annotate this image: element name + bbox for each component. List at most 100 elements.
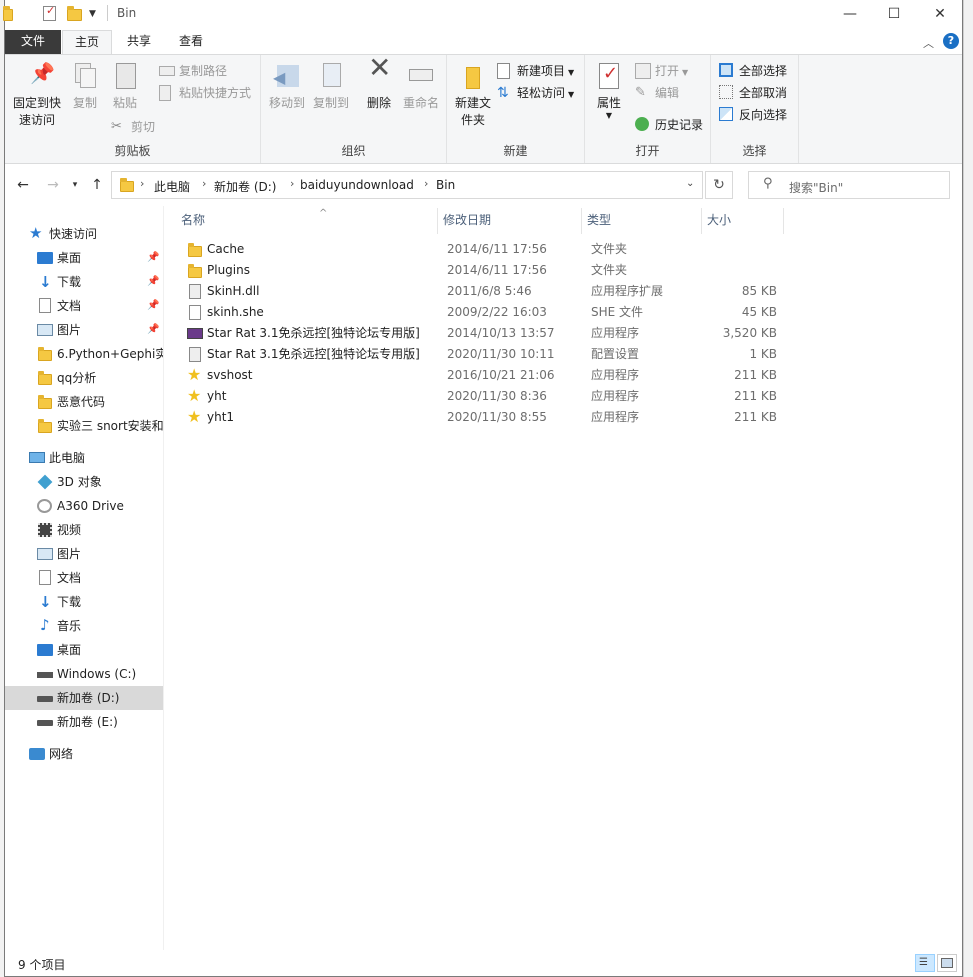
file-row[interactable]: SkinH.dll 2011/6/8 5:46 应用程序扩展 85 KB bbox=[183, 281, 783, 302]
tab-view[interactable]: 查看 bbox=[167, 30, 215, 54]
breadcrumb-this-pc[interactable]: 此电脑 bbox=[154, 178, 190, 195]
sort-ascending-icon: ^ bbox=[319, 208, 328, 219]
column-divider[interactable] bbox=[437, 208, 438, 234]
copy-to-button[interactable]: 复制到 bbox=[309, 61, 353, 112]
nav-quick-snort[interactable]: 实验三 snort安装和 bbox=[5, 414, 163, 438]
status-bar: 9 个项目 ☰ bbox=[5, 950, 962, 976]
minimize-button[interactable]: — bbox=[827, 0, 873, 28]
file-row[interactable]: skinh.she 2009/2/22 16:03 SHE 文件 45 KB bbox=[183, 302, 783, 323]
maximize-button[interactable]: ☐ bbox=[871, 0, 917, 28]
details-view-button[interactable]: ☰ bbox=[915, 954, 935, 972]
copy-path-button[interactable]: 复制路径 bbox=[159, 61, 227, 81]
address-bar[interactable]: › 此电脑 › 新加卷 (D:) › baiduyundownload › Bi… bbox=[111, 171, 703, 199]
rename-button[interactable]: 重命名 bbox=[399, 61, 443, 112]
star-icon: ★ bbox=[29, 224, 43, 242]
nav-this-pc[interactable]: 此电脑 bbox=[5, 446, 163, 470]
column-header-type[interactable]: 类型 bbox=[587, 213, 611, 233]
history-button[interactable]: 历史记录 bbox=[635, 115, 703, 135]
column-divider[interactable] bbox=[783, 208, 784, 234]
new-folder-icon[interactable] bbox=[67, 6, 83, 22]
refresh-button[interactable]: ↻ bbox=[705, 171, 733, 199]
search-box[interactable]: ⚲ 搜索"Bin" bbox=[748, 171, 950, 199]
open-button[interactable]: 打开 ▼ bbox=[635, 61, 688, 81]
collapse-ribbon-icon[interactable]: ︿ bbox=[923, 35, 934, 51]
nav-quick-desktop[interactable]: 桌面 📌 bbox=[5, 246, 163, 270]
large-icons-view-button[interactable] bbox=[937, 954, 957, 972]
copy-button[interactable]: 复制 bbox=[67, 61, 103, 112]
nav-drive-e[interactable]: 新加卷 (E:) bbox=[5, 710, 163, 734]
recent-locations-button[interactable]: ▾ bbox=[65, 176, 85, 194]
network-icon bbox=[29, 746, 45, 762]
properties-button[interactable]: ✓ 属性 ▼ bbox=[591, 61, 627, 120]
file-name: SkinH.dll bbox=[207, 284, 260, 298]
pane-splitter[interactable] bbox=[163, 206, 164, 950]
chevron-right-icon: › bbox=[140, 177, 145, 190]
column-header-size[interactable]: 大小 bbox=[707, 213, 731, 233]
tab-home[interactable]: 主页 bbox=[62, 30, 113, 54]
column-header-name[interactable]: ^ 名称 bbox=[181, 208, 327, 233]
nav-drive-d[interactable]: 新加卷 (D:) bbox=[5, 686, 163, 710]
column-divider[interactable] bbox=[701, 208, 702, 234]
nav-videos[interactable]: 视频 bbox=[5, 518, 163, 542]
file-row[interactable]: ★ svshost 2016/10/21 21:06 应用程序 211 KB bbox=[183, 365, 783, 386]
nav-network[interactable]: 网络 bbox=[5, 742, 163, 766]
forward-button[interactable]: → bbox=[43, 176, 63, 194]
ribbon: 📌 固定到快速访问 复制 粘贴 复制路径 粘贴快捷方式 ✂ 剪切 剪贴板 ◀ 移… bbox=[5, 54, 962, 164]
back-button[interactable]: ← bbox=[13, 176, 33, 194]
nav-pictures[interactable]: 图片 bbox=[5, 542, 163, 566]
properties-icon[interactable]: ✓ bbox=[43, 4, 56, 21]
select-none-button[interactable]: 全部取消 bbox=[719, 83, 787, 103]
nav-downloads[interactable]: ↓ 下载 bbox=[5, 590, 163, 614]
nav-a360-drive[interactable]: A360 Drive bbox=[5, 494, 163, 518]
file-type: 配置设置 bbox=[591, 347, 640, 361]
nav-quick-malware[interactable]: 恶意代码 bbox=[5, 390, 163, 414]
paste-shortcut-button[interactable]: 粘贴快捷方式 bbox=[159, 83, 251, 103]
select-all-button[interactable]: 全部选择 bbox=[719, 61, 787, 81]
cut-button[interactable]: ✂ 剪切 bbox=[111, 117, 155, 137]
file-row[interactable]: ★ yht 2020/11/30 8:36 应用程序 211 KB bbox=[183, 386, 783, 407]
address-dropdown-icon[interactable]: ⌄ bbox=[686, 178, 694, 189]
nav-documents[interactable]: 文档 bbox=[5, 566, 163, 590]
column-divider[interactable] bbox=[581, 208, 582, 234]
breadcrumb-baiduyundownload[interactable]: baiduyundownload bbox=[300, 178, 414, 192]
nav-quick-downloads[interactable]: ↓ 下载 📌 bbox=[5, 270, 163, 294]
tab-file[interactable]: 文件 bbox=[5, 30, 61, 54]
delete-button[interactable]: ✕ 删除 bbox=[361, 54, 397, 112]
breadcrumb-drive-d[interactable]: 新加卷 (D:) bbox=[214, 178, 276, 195]
edit-button[interactable]: ✎ 编辑 bbox=[635, 83, 679, 103]
nav-quick-qq-analysis[interactable]: qq分析 bbox=[5, 366, 163, 390]
nav-quick-access[interactable]: ★ 快速访问 bbox=[5, 222, 163, 246]
drive-icon bbox=[37, 690, 53, 706]
pin-quick-access-button[interactable]: 📌 固定到快速访问 bbox=[9, 61, 65, 129]
nav-drive-c[interactable]: Windows (C:) bbox=[5, 662, 163, 686]
app-monitor-icon bbox=[187, 326, 203, 342]
tab-share[interactable]: 共享 bbox=[115, 30, 163, 54]
column-header-date[interactable]: 修改日期 bbox=[443, 213, 491, 233]
file-row[interactable]: Plugins 2014/6/11 17:56 文件夹 bbox=[183, 260, 783, 281]
nav-quick-documents[interactable]: 文档 📌 bbox=[5, 294, 163, 318]
file-row[interactable]: Star Rat 3.1免杀远控[独特论坛专用版] 2020/11/30 10:1… bbox=[183, 344, 783, 365]
customize-toolbar-icon[interactable]: ▼ bbox=[89, 9, 105, 25]
new-folder-button[interactable]: 新建文件夹 bbox=[451, 61, 495, 129]
file-size: 211 KB bbox=[734, 410, 777, 424]
nav-quick-python-gephi[interactable]: 6.Python+Gephi实 bbox=[5, 342, 163, 366]
file-date: 2020/11/30 8:36 bbox=[447, 389, 547, 403]
paste-button[interactable]: 粘贴 bbox=[107, 61, 143, 112]
new-item-button[interactable]: 新建项目 ▼ bbox=[497, 61, 574, 81]
nav-3d-objects[interactable]: 3D 对象 bbox=[5, 470, 163, 494]
file-row[interactable]: Cache 2014/6/11 17:56 文件夹 bbox=[183, 239, 783, 260]
nav-music[interactable]: ♪ 音乐 bbox=[5, 614, 163, 638]
nav-desktop[interactable]: 桌面 bbox=[5, 638, 163, 662]
help-icon[interactable]: ? bbox=[943, 33, 959, 49]
easy-access-button[interactable]: ⇅ 轻松访问 ▼ bbox=[497, 83, 574, 103]
file-size: 3,520 KB bbox=[722, 326, 777, 340]
file-row[interactable]: Star Rat 3.1免杀远控[独特论坛专用版] 2014/10/13 13:5… bbox=[183, 323, 783, 344]
breadcrumb-bin[interactable]: Bin bbox=[436, 178, 455, 192]
move-to-button[interactable]: ◀ 移动到 bbox=[265, 61, 309, 112]
up-button[interactable]: ↑ bbox=[87, 176, 107, 194]
file-row[interactable]: ★ yht1 2020/11/30 8:55 应用程序 211 KB bbox=[183, 407, 783, 428]
clipboard-group: 📌 固定到快速访问 复制 粘贴 复制路径 粘贴快捷方式 ✂ 剪切 剪贴板 bbox=[5, 55, 261, 163]
invert-selection-button[interactable]: 反向选择 bbox=[719, 105, 787, 125]
close-button[interactable]: ✕ bbox=[917, 0, 963, 28]
nav-quick-pictures[interactable]: 图片 📌 bbox=[5, 318, 163, 342]
